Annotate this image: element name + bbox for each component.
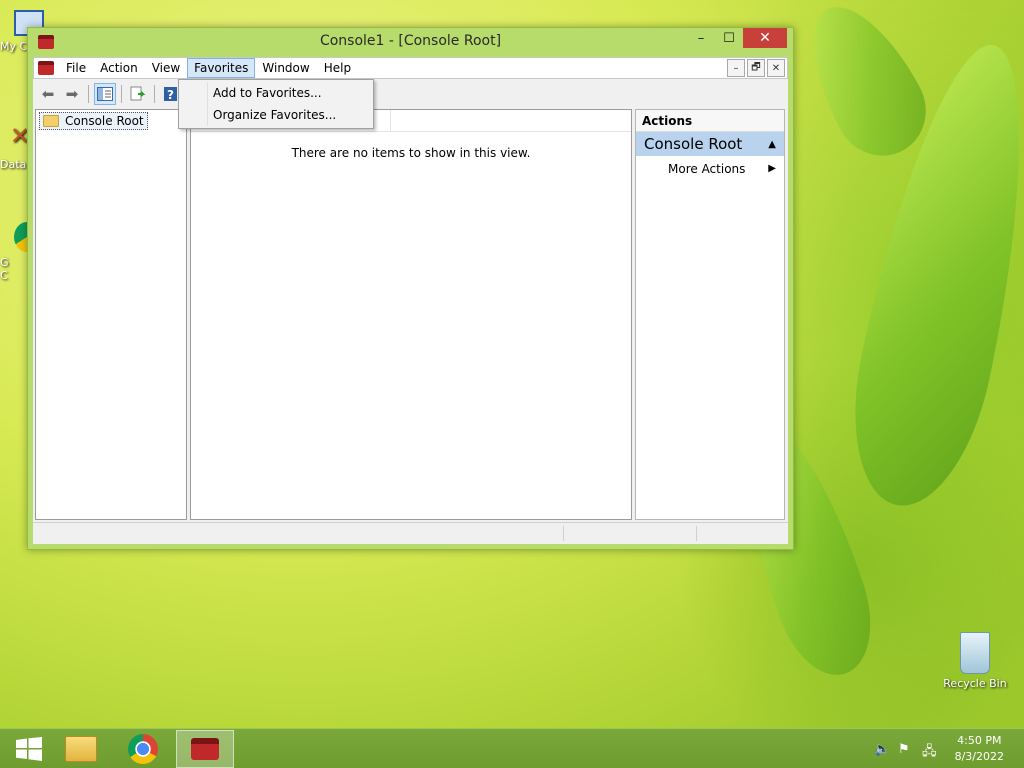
status-bar (33, 522, 788, 544)
status-divider (696, 526, 697, 541)
system-clock[interactable]: 4:50 PM 8/3/2022 (955, 733, 1004, 765)
actions-pane: Actions Console Root ▲ More Actions ▶ (635, 109, 785, 520)
tree-item-label: Console Root (65, 114, 144, 128)
windows-logo-icon (16, 737, 42, 761)
chrome-icon (128, 734, 158, 764)
toolbar: ⬅ ➡ ? (33, 81, 788, 107)
child-close-button[interactable]: ✕ (767, 59, 785, 77)
menu-file[interactable]: File (59, 58, 93, 78)
console-tree-pane: Console Root (35, 109, 187, 520)
taskbar: 🔈 ⚑ 🖧 4:50 PM 8/3/2022 (0, 728, 1024, 768)
menu-item-organize-favorites[interactable]: Organize Favorites... (179, 104, 373, 126)
submenu-arrow-icon: ▶ (768, 163, 776, 174)
empty-view-message: There are no items to show in this view. (291, 146, 531, 160)
toolbar-separator (88, 85, 89, 103)
forward-arrow-icon[interactable]: ➡ (61, 83, 83, 105)
clock-date: 8/3/2022 (954, 750, 1004, 763)
actions-section-label: Console Root (644, 135, 743, 153)
file-explorer-icon (65, 736, 97, 762)
actions-header: Actions (636, 110, 784, 132)
child-restore-button[interactable]: 🗗 (747, 59, 765, 77)
menu-help[interactable]: Help (317, 58, 358, 78)
console-icon[interactable] (38, 61, 54, 75)
volume-muted-icon[interactable]: 🔈 (874, 742, 890, 757)
toolbox-icon (191, 738, 219, 760)
more-actions-label: More Actions (668, 161, 746, 176)
desktop-icon-label: Recycle Bin (943, 677, 1007, 690)
window-title: Console1 - [Console Root] (319, 33, 502, 49)
maximize-button[interactable]: ☐ (715, 28, 743, 48)
title-bar[interactable]: Console1 - [Console Root] – ☐ ✕ (28, 28, 793, 56)
recycle-bin-icon (960, 632, 990, 674)
toolbar-separator (154, 85, 155, 103)
tree-item-console-root[interactable]: Console Root (39, 112, 148, 130)
minimize-button[interactable]: – (687, 28, 715, 48)
svg-text:?: ? (167, 88, 174, 102)
menu-gutter (207, 82, 208, 126)
menu-view[interactable]: View (145, 58, 187, 78)
toolbar-separator (121, 85, 122, 103)
menu-window[interactable]: Window (255, 58, 316, 78)
results-pane: There are no items to show in this view. (190, 109, 632, 520)
menu-favorites[interactable]: Favorites (187, 58, 256, 78)
show-hide-console-tree-icon[interactable] (94, 83, 116, 105)
wallpaper-leaf (787, 0, 943, 172)
desktop-icon-label: My C (0, 40, 28, 53)
status-divider (563, 526, 564, 541)
folder-icon (43, 115, 59, 127)
back-arrow-icon[interactable]: ⬅ (37, 83, 59, 105)
start-button[interactable] (0, 730, 58, 768)
taskbar-mmc[interactable] (176, 730, 234, 768)
desktop-icon-recycle-bin[interactable]: Recycle Bin (940, 632, 1010, 690)
window-controls: – ☐ ✕ (687, 28, 787, 48)
mmc-window: Console1 - [Console Root] – ☐ ✕ File Act… (27, 27, 794, 550)
menu-action[interactable]: Action (93, 58, 145, 78)
window-client-area: File Action View Favorites Window Help –… (33, 57, 788, 544)
close-button[interactable]: ✕ (743, 28, 787, 48)
child-minimize-button[interactable]: – (727, 59, 745, 77)
menu-item-add-to-favorites[interactable]: Add to Favorites... (179, 82, 373, 104)
network-icon[interactable]: 🖧 (922, 742, 937, 764)
taskbar-chrome[interactable] (114, 730, 172, 768)
menu-bar: File Action View Favorites Window Help –… (33, 57, 788, 79)
taskbar-file-explorer[interactable] (52, 730, 110, 768)
desktop-icon-label: G C (0, 256, 9, 282)
desktop-icon-label: Data (0, 158, 27, 171)
collapse-up-icon[interactable]: ▲ (768, 139, 776, 150)
column-divider[interactable] (390, 110, 391, 132)
actions-section-console-root[interactable]: Console Root ▲ (636, 132, 784, 156)
favorites-dropdown-menu: Add to Favorites... Organize Favorites..… (178, 79, 374, 129)
export-list-icon[interactable] (127, 83, 149, 105)
more-actions-item[interactable]: More Actions ▶ (636, 156, 784, 178)
action-center-flag-icon[interactable]: ⚑ (898, 742, 910, 757)
child-window-controls: – 🗗 ✕ (727, 59, 785, 77)
clock-time: 4:50 PM (957, 734, 1002, 747)
